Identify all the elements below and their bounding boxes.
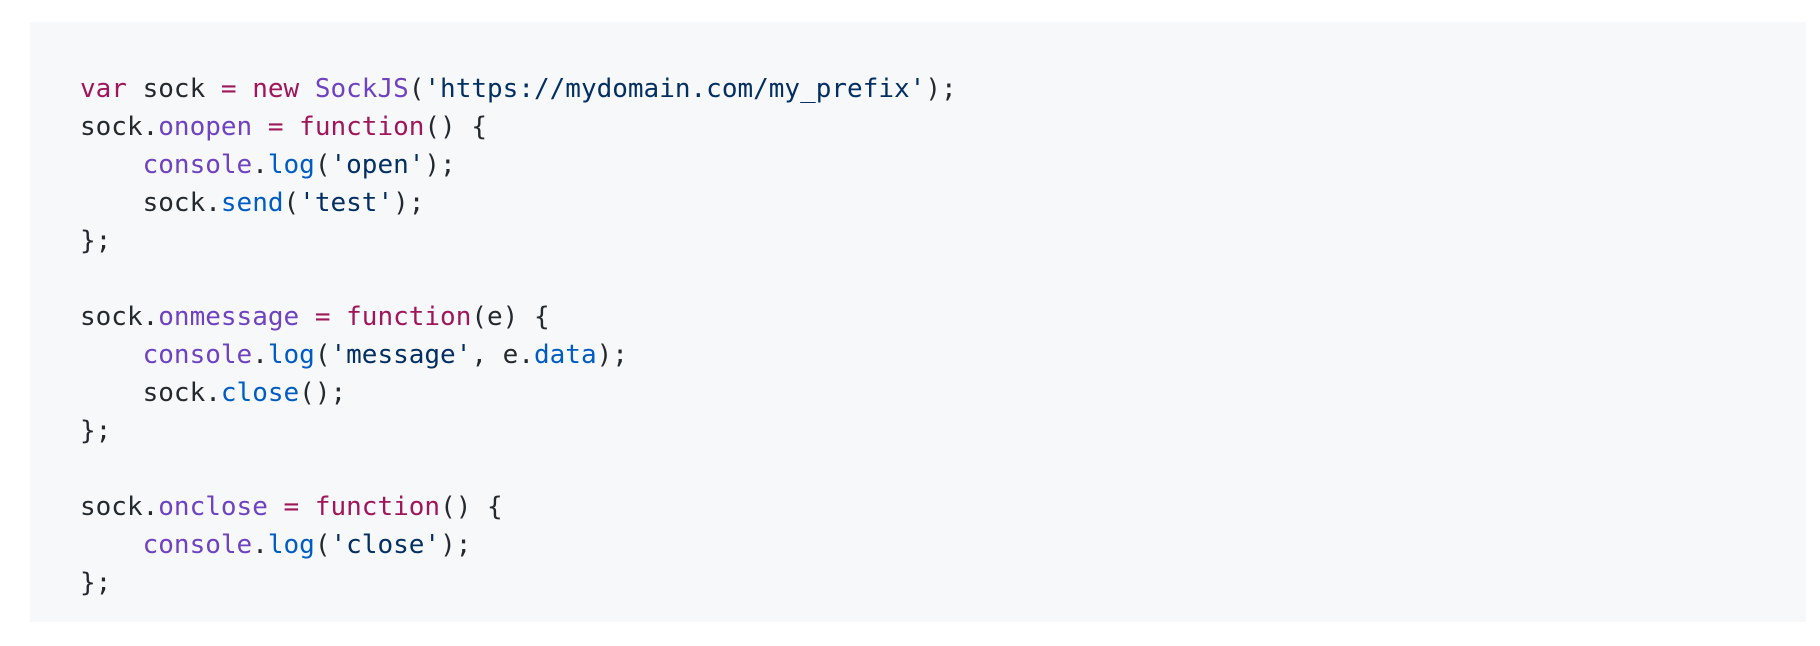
text-token: (); xyxy=(299,378,347,408)
text-token: ); xyxy=(393,188,425,218)
code-block: var sock = new SockJS('https://mydomain.… xyxy=(30,22,1806,622)
code-line: sock.send('test'); xyxy=(80,184,957,222)
keyword-token: = xyxy=(283,492,300,522)
text-token: }; xyxy=(80,226,112,256)
keyword-token: = xyxy=(220,74,237,104)
code-line: }; xyxy=(80,222,957,260)
string-token: 'message' xyxy=(330,340,472,370)
method-token: log xyxy=(267,150,315,180)
text-token: sock. xyxy=(80,378,221,408)
text-token: ); xyxy=(596,340,628,370)
text-token: . xyxy=(252,340,268,370)
class-token: SockJS xyxy=(314,74,409,104)
object-token: console xyxy=(142,340,253,370)
string-token: 'close' xyxy=(330,530,441,560)
method-token: log xyxy=(267,530,315,560)
text-token: }; xyxy=(80,416,112,446)
text-token: }; xyxy=(80,568,112,598)
text-token: ( xyxy=(408,74,425,104)
text-token: sock. xyxy=(80,492,159,522)
text-token: ( xyxy=(314,150,331,180)
property-token: onclose xyxy=(158,492,268,522)
keyword-token: new xyxy=(252,74,300,104)
method-token: close xyxy=(220,378,300,408)
text-token: . xyxy=(252,530,268,560)
text-token: sock. xyxy=(80,302,159,332)
code-line: }; xyxy=(80,412,957,450)
string-token: 'https://mydomain.com/my_prefix' xyxy=(424,74,926,104)
text-token: () { xyxy=(424,112,488,142)
text-token: ( xyxy=(314,340,331,370)
property-token: onopen xyxy=(158,112,253,142)
property-token: onmessage xyxy=(158,302,300,332)
text-token: ); xyxy=(440,530,472,560)
code-line: sock.onopen = function() { xyxy=(80,108,957,146)
code-line: console.log('open'); xyxy=(80,146,957,184)
string-token: 'test' xyxy=(299,188,394,218)
code-line: var sock = new SockJS('https://mydomain.… xyxy=(80,70,957,108)
keyword-token: function xyxy=(346,302,472,332)
text-token: (e) { xyxy=(471,302,550,332)
text-token: ); xyxy=(424,150,456,180)
text-token: ); xyxy=(925,74,957,104)
string-token: 'open' xyxy=(330,150,425,180)
text-token: sock xyxy=(126,74,221,104)
code-line: console.log('message', e.data); xyxy=(80,336,957,374)
text-token: ( xyxy=(283,188,300,218)
code-line: console.log('close'); xyxy=(80,526,957,564)
keyword-token: function xyxy=(299,112,425,142)
text-token: , e. xyxy=(471,340,534,370)
code-line: ​ xyxy=(80,260,957,298)
code-line: }; xyxy=(80,564,957,602)
code-line: ​ xyxy=(80,450,957,488)
keyword-token: function xyxy=(314,492,441,522)
object-token: console xyxy=(142,530,253,560)
code-line: sock.close(); xyxy=(80,374,957,412)
text-token: sock. xyxy=(80,112,159,142)
method-token: send xyxy=(220,188,284,218)
text-token: . xyxy=(252,150,268,180)
method-token: log xyxy=(267,340,315,370)
text-token: ( xyxy=(314,530,331,560)
code-line: sock.onclose = function() { xyxy=(80,488,957,526)
text-token: () { xyxy=(440,492,503,522)
object-token: console xyxy=(142,150,253,180)
code-content: var sock = new SockJS('https://mydomain.… xyxy=(80,70,957,602)
text-token: sock. xyxy=(80,188,221,218)
method-token: data xyxy=(534,340,597,370)
keyword-token: var xyxy=(80,74,127,104)
code-line: sock.onmessage = function(e) { xyxy=(80,298,957,336)
keyword-token: = xyxy=(314,302,331,332)
keyword-token: = xyxy=(267,112,284,142)
